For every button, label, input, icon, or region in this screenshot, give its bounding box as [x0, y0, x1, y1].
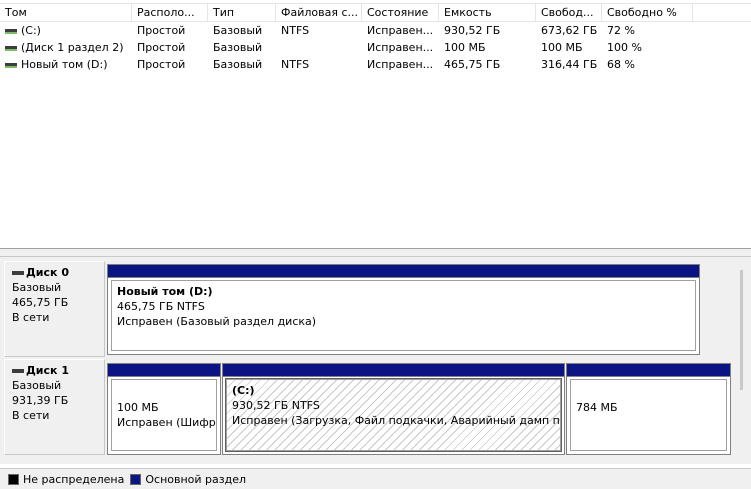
column-header-status[interactable]: Состояние: [362, 4, 439, 22]
volume-free-percent: 72 %: [607, 24, 635, 37]
partition-status: Исправен (Загрузка, Файл подкачки, Авари…: [232, 414, 561, 427]
column-header-layout[interactable]: Располо...: [132, 4, 208, 22]
legend: Не распределена Основной раздел: [0, 468, 751, 489]
volume-status: Исправен...: [367, 24, 434, 37]
volume-layout: Простой: [137, 41, 186, 54]
partition-status: Исправен (Базовый раздел диска): [117, 315, 317, 328]
disk-type: Базовый: [12, 281, 62, 294]
partition-recovery[interactable]: 784 МБ: [566, 363, 731, 455]
volume-status: Исправен...: [367, 41, 434, 54]
primary-partition-bar: [108, 364, 220, 377]
volume-type: Базовый: [213, 24, 263, 37]
disk-icon: [12, 369, 24, 373]
drive-icon: [5, 45, 17, 51]
column-header-free[interactable]: Свобод...: [536, 4, 602, 22]
table-row[interactable]: (C:) Простой Базовый NTFS Исправен... 93…: [0, 22, 751, 39]
volume-capacity: 930,52 ГБ: [444, 24, 501, 37]
volume-fs: NTFS: [281, 58, 310, 71]
disk-type: Базовый: [12, 379, 62, 392]
disk-map: Диск 0 Базовый 465,75 ГБ В сети Новый то…: [0, 257, 751, 464]
partition-name: Новый том (D:): [117, 285, 213, 298]
unallocated-swatch: [8, 473, 19, 485]
partition-size: 465,75 ГБ NTFS: [117, 300, 205, 313]
volume-layout: Простой: [137, 24, 186, 37]
disk-title: Диск 0: [26, 266, 69, 279]
legend-unallocated: Не распределена: [8, 473, 124, 486]
primary-partition-bar: [567, 364, 730, 377]
partition-d[interactable]: Новый том (D:) 465,75 ГБ NTFS Исправен (…: [107, 264, 700, 355]
partition-efi[interactable]: 100 МБ Исправен (Шифро: [107, 363, 221, 455]
volume-type: Базовый: [213, 41, 263, 54]
partition-size: 930,52 ГБ NTFS: [232, 399, 320, 412]
column-header-capacity[interactable]: Емкость: [439, 4, 536, 22]
drive-icon: [5, 28, 17, 34]
disk-size: 931,39 ГБ: [12, 394, 69, 407]
disk-map-scrollbar[interactable]: [740, 270, 743, 390]
volume-name: (Диск 1 раздел 2): [21, 41, 124, 54]
primary-partition-bar: [108, 265, 699, 278]
volume-capacity: 465,75 ГБ: [444, 58, 501, 71]
legend-unallocated-label: Не распределена: [23, 472, 125, 486]
disk-state: В сети: [12, 311, 50, 324]
column-header-filesystem[interactable]: Файловая с...: [276, 4, 362, 22]
partition-name: (C:): [232, 384, 255, 397]
volume-status: Исправен...: [367, 58, 434, 71]
partition-size: 784 МБ: [576, 401, 618, 414]
volume-free-percent: 100 %: [607, 41, 642, 54]
disk-title: Диск 1: [26, 364, 69, 377]
disk-state: В сети: [12, 409, 50, 422]
volume-type: Базовый: [213, 58, 263, 71]
volume-name: Новый том (D:): [21, 58, 108, 71]
volume-list-header: Том Располо... Тип Файловая с... Состоян…: [0, 3, 751, 22]
column-header-filler: [693, 4, 751, 22]
partition-status: Исправен (Шифро: [117, 416, 217, 429]
drive-icon: [5, 62, 17, 68]
disk-icon: [12, 271, 24, 275]
volume-capacity: 100 МБ: [444, 41, 486, 54]
volume-list: Том Располо... Тип Файловая с... Состоян…: [0, 0, 751, 249]
volume-fs: NTFS: [281, 24, 310, 37]
volume-free: 100 МБ: [541, 41, 583, 54]
primary-swatch: [130, 473, 142, 485]
column-header-volume[interactable]: Том: [0, 4, 132, 22]
table-row[interactable]: Новый том (D:) Простой Базовый NTFS Испр…: [0, 56, 751, 73]
legend-primary: Основной раздел: [130, 473, 246, 486]
volume-free: 673,62 ГБ: [541, 24, 598, 37]
pane-splitter[interactable]: [0, 249, 751, 257]
partition-c[interactable]: (C:) 930,52 ГБ NTFS Исправен (Загрузка, …: [222, 363, 565, 455]
disk-size: 465,75 ГБ: [12, 296, 69, 309]
volume-free: 316,44 ГБ: [541, 58, 598, 71]
column-header-type[interactable]: Тип: [208, 4, 276, 22]
column-header-free-percent[interactable]: Свободно %: [602, 4, 693, 22]
volume-layout: Простой: [137, 58, 186, 71]
disk-0-label[interactable]: Диск 0 Базовый 465,75 ГБ В сети: [4, 261, 105, 357]
table-row[interactable]: (Диск 1 раздел 2) Простой Базовый Исправ…: [0, 39, 751, 56]
disk-1-label[interactable]: Диск 1 Базовый 931,39 ГБ В сети: [4, 359, 105, 455]
volume-name: (C:): [21, 24, 41, 37]
legend-primary-label: Основной раздел: [145, 472, 247, 486]
partition-size: 100 МБ: [117, 401, 159, 414]
primary-partition-bar: [223, 364, 564, 377]
volume-free-percent: 68 %: [607, 58, 635, 71]
volume-fs: [276, 39, 362, 56]
